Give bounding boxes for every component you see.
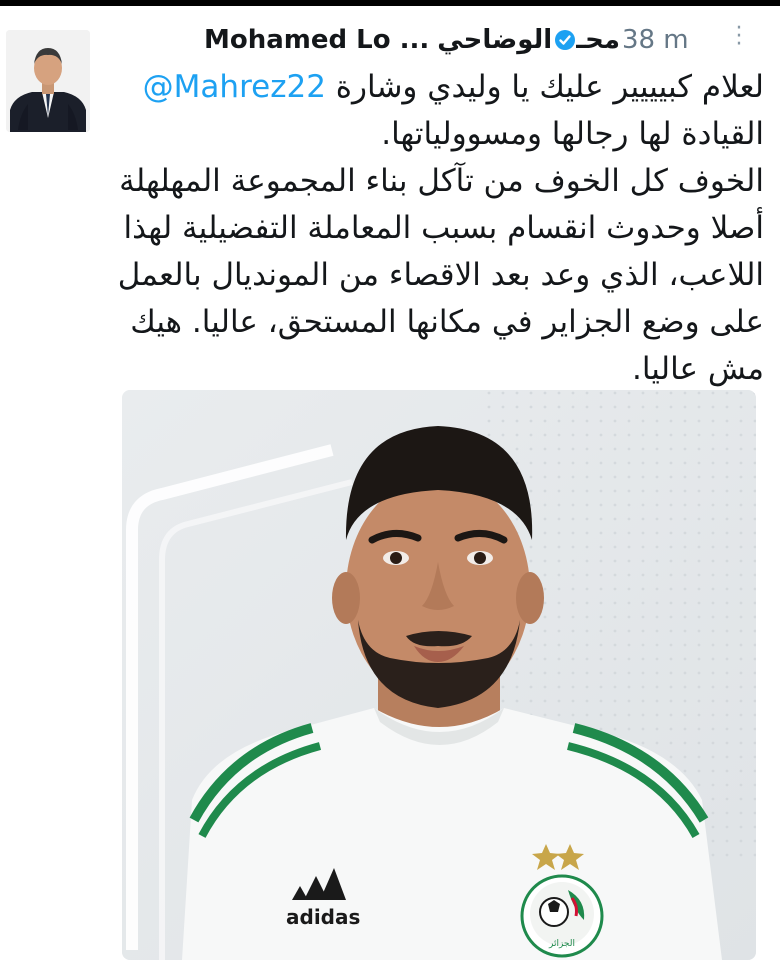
tweet-media-photo[interactable]: adidas الجزائر <box>122 390 756 960</box>
tweet-header: Mohamed Lo ... الوضاحي محـ 38 m <box>204 22 764 58</box>
tweet-line-5: اللاعب، الذي وعد بعد الاقصاء من المونديا… <box>117 257 764 293</box>
tweet-line-3: الخوف كل الخوف من تآكل بناء المجموعة الم… <box>119 163 764 199</box>
tweet-line-7: مش عاليا. <box>631 351 764 387</box>
tweet-line-2: القيادة لها رجالها ومسوولياتها. <box>381 116 764 152</box>
author-name[interactable]: Mohamed Lo ... <box>204 25 429 55</box>
author-name-arabic-truncated[interactable]: محـ <box>576 25 620 55</box>
jersey-brand-label: adidas <box>286 905 360 929</box>
federation-crest: الجزائر <box>520 874 604 958</box>
tweet-line-1-text: لعلام كبيييير عليك يا وليدي وشارة <box>335 69 764 105</box>
mention-link[interactable]: @Mahrez22 <box>143 69 326 105</box>
more-options-icon[interactable]: · · · <box>728 18 750 56</box>
tweet-card[interactable]: Mohamed Lo ... الوضاحي محـ 38 m · · · لعلا… <box>0 6 780 960</box>
tweet-line-4: أصلا وحدوث انقسام بسبب المعاملة التفضيلي… <box>123 210 764 246</box>
avatar[interactable] <box>6 30 90 132</box>
tweet-timestamp[interactable]: 38 m <box>622 25 689 55</box>
crest-label: الجزائر <box>548 939 575 949</box>
verified-badge-icon <box>554 29 576 51</box>
tweet-line-6: على وضع الجزاير في مكانها المستحق، عاليا… <box>130 304 764 340</box>
tweet-line-1: لعلام كبيييير عليك يا وليدي وشارة @Mahre… <box>104 64 764 111</box>
tweet-body: لعلام كبيييير عليك يا وليدي وشارة @Mahre… <box>104 64 764 393</box>
author-name-arabic[interactable]: الوضاحي <box>437 25 552 55</box>
